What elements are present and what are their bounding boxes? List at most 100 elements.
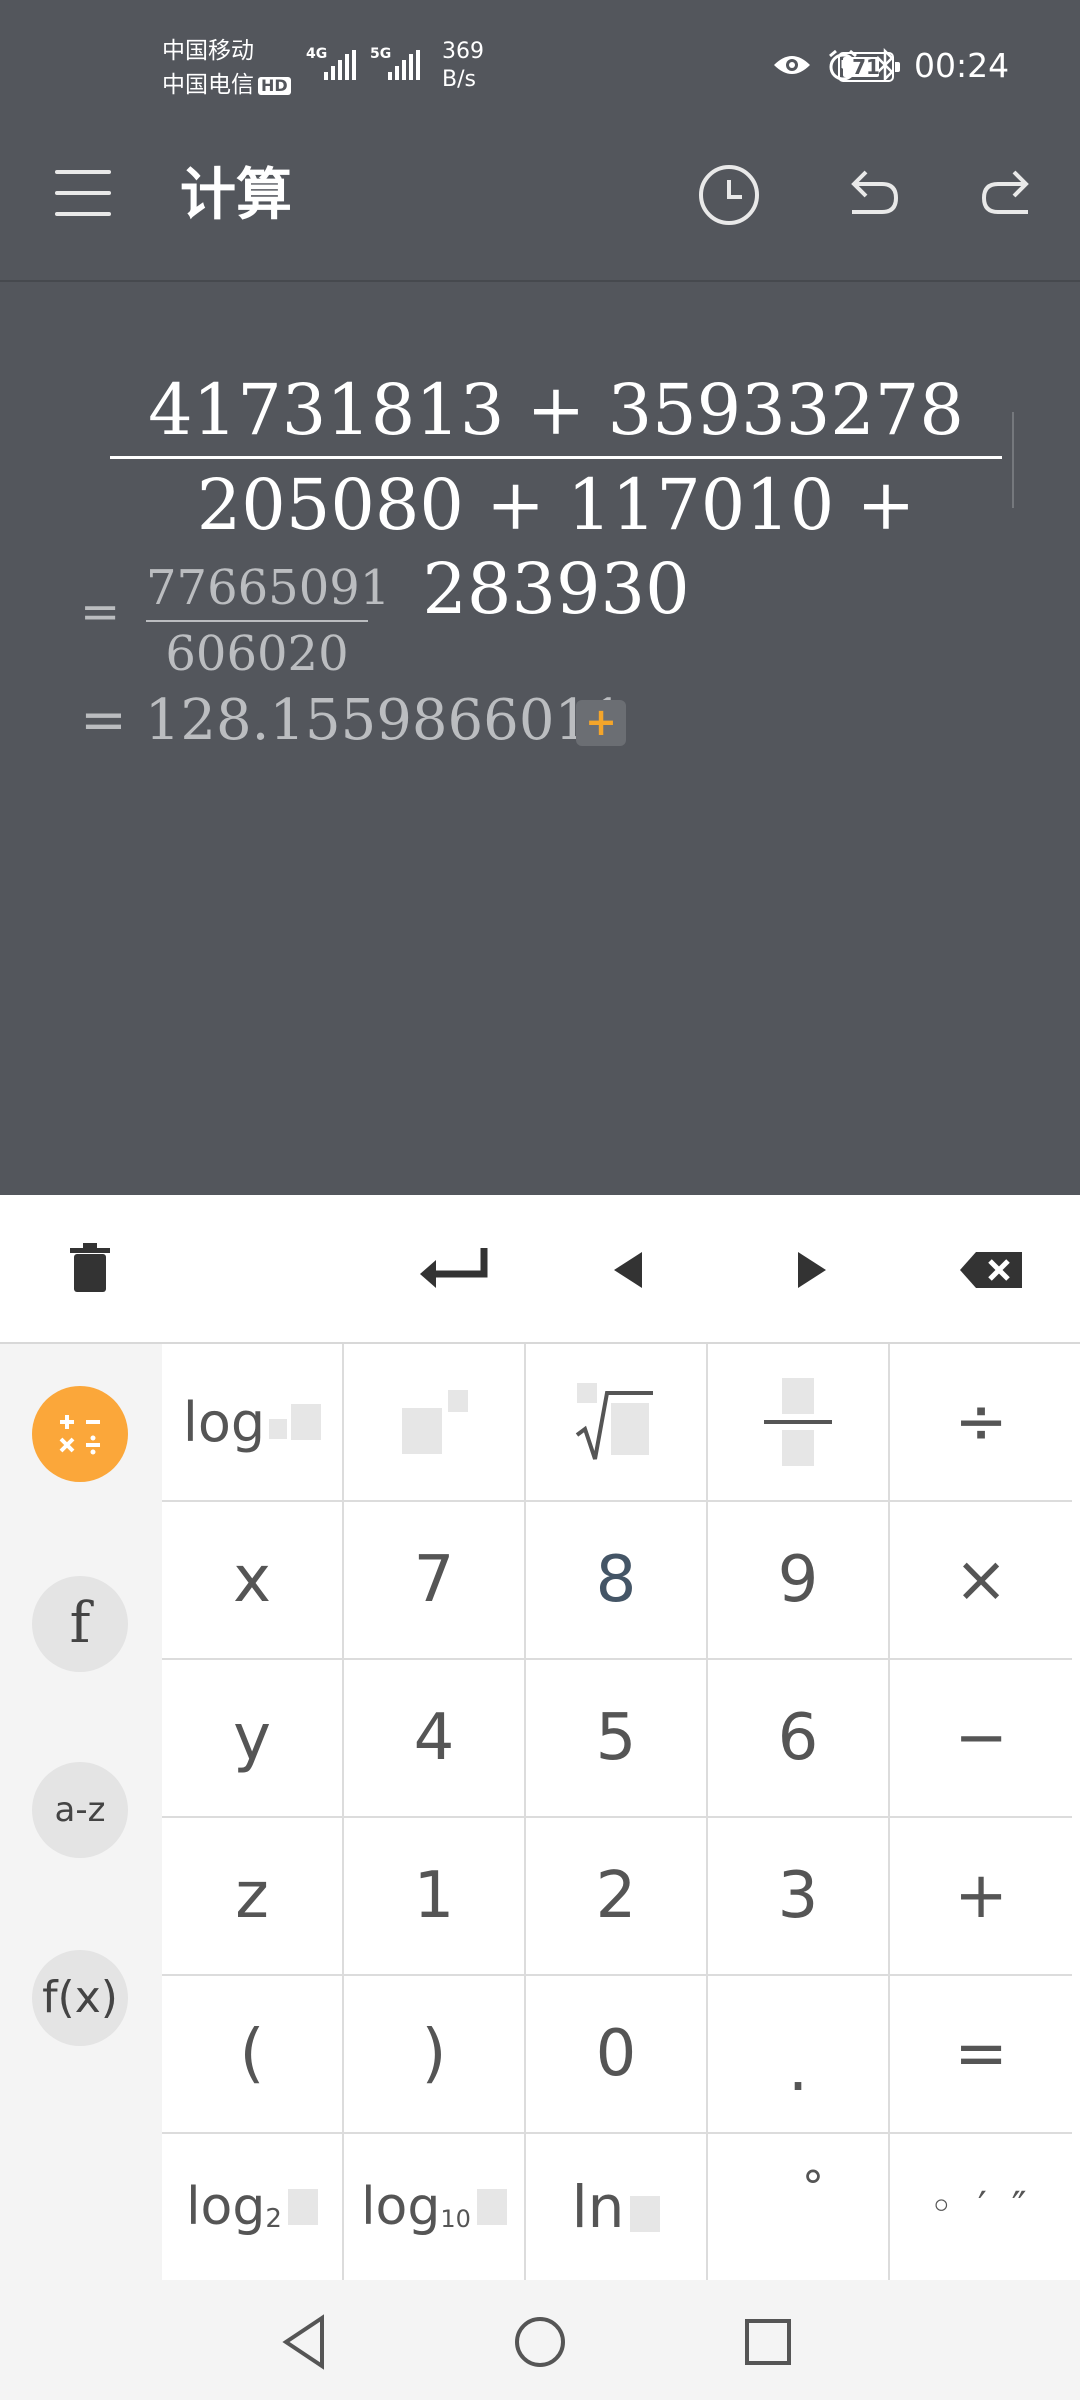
digit-9-label: 9	[777, 1543, 819, 1617]
log10-key-label: log	[361, 2177, 441, 2237]
digit-0-label: 0	[595, 2017, 637, 2091]
page-title: 计算	[180, 163, 292, 228]
divide-key[interactable]: ÷	[890, 1344, 1072, 1502]
y-key[interactable]: y	[162, 1660, 344, 1818]
digit-3-key[interactable]: 3	[708, 1818, 890, 1976]
dms-key[interactable]: ◦ ′ ″	[890, 2134, 1072, 2280]
multiply-key-label: ×	[954, 1543, 1008, 1617]
result-denominator: 606020	[165, 626, 349, 682]
carrier-1: 中国移动	[162, 38, 254, 64]
digit-4-key[interactable]: 4	[344, 1660, 526, 1818]
log10-subscript: 10	[440, 2205, 471, 2233]
clock: 00:24	[914, 46, 1010, 85]
left-arrow-icon[interactable]	[590, 1230, 670, 1310]
status-bar: 中国移动 中国电信 HD 4G 5G 369 B/s 71 00:24	[0, 0, 1080, 110]
navigation-bar	[0, 2280, 1080, 2400]
text-cursor	[1012, 412, 1014, 508]
plus-key-label: +	[954, 1859, 1008, 1933]
add-result-button[interactable]: +	[576, 700, 626, 746]
minus-key-label: −	[954, 1701, 1008, 1775]
open-paren-label: (	[239, 2017, 265, 2091]
undo-icon[interactable]	[836, 160, 906, 230]
digit-0-key[interactable]: 0	[526, 1976, 708, 2134]
variables-category[interactable]: a-z	[32, 1762, 128, 1858]
multiply-key[interactable]: ×	[890, 1502, 1072, 1660]
square-key[interactable]	[344, 1344, 526, 1502]
hd-badge: HD	[258, 76, 291, 95]
sqrt-key[interactable]	[526, 1344, 708, 1502]
ln-key[interactable]: ln	[526, 2134, 708, 2280]
enter-icon[interactable]	[410, 1230, 490, 1310]
basic-operators-category[interactable]	[32, 1386, 128, 1482]
log-key[interactable]: log	[162, 1344, 344, 1502]
z-key[interactable]: z	[162, 1818, 344, 1976]
operators-icon	[59, 1415, 100, 1455]
function-category-label: f	[69, 1591, 91, 1656]
x-key-label: x	[233, 1543, 271, 1617]
backspace-icon[interactable]	[952, 1230, 1032, 1310]
digit-5-key[interactable]: 5	[526, 1660, 708, 1818]
eye-icon	[774, 56, 810, 74]
decimal-result: = 128.1559866011	[80, 688, 626, 753]
equals-sign: =	[80, 584, 121, 640]
recents-icon[interactable]	[738, 2312, 798, 2372]
redo-icon[interactable]	[974, 160, 1044, 230]
x-key[interactable]: x	[162, 1502, 344, 1660]
plus-key[interactable]: +	[890, 1818, 1072, 1976]
digit-1-key[interactable]: 1	[344, 1818, 526, 1976]
menu-icon[interactable]	[55, 170, 111, 233]
result-numerator: 77665091	[146, 560, 391, 616]
speed-unit: B/s	[442, 67, 476, 92]
digit-5-label: 5	[595, 1701, 637, 1775]
digit-6-key[interactable]: 6	[708, 1660, 890, 1818]
digit-8-label: 8	[595, 1543, 637, 1617]
close-paren-label: )	[421, 2017, 447, 2091]
close-paren-key[interactable]: )	[344, 1976, 526, 2134]
equals-key[interactable]: =	[890, 1976, 1072, 2134]
result-fraction-bar	[146, 620, 368, 622]
digit-2-label: 2	[595, 1859, 637, 1933]
function-category[interactable]: f	[32, 1576, 128, 1672]
digit-3-label: 3	[777, 1859, 819, 1933]
variables-category-label: a-z	[54, 1790, 106, 1830]
equals-key-label: =	[954, 2017, 1008, 2091]
digit-8-key[interactable]: 8	[526, 1502, 708, 1660]
digit-7-label: 7	[413, 1543, 455, 1617]
digit-7-key[interactable]: 7	[344, 1502, 526, 1660]
fraction-key[interactable]	[708, 1344, 890, 1502]
fraction-bar	[110, 456, 1002, 459]
log2-subscript: 2	[265, 2204, 282, 2234]
carrier-2: 中国电信	[162, 72, 254, 98]
custom-function-category[interactable]: f(x)	[32, 1950, 128, 2046]
decimal-point-label: .	[787, 2032, 809, 2106]
digit-9-key[interactable]: 9	[708, 1502, 890, 1660]
divide-key-label: ÷	[954, 1385, 1008, 1459]
app-bar	[0, 110, 1080, 282]
log2-key[interactable]: log 2	[162, 2134, 344, 2280]
log10-key[interactable]: log 10	[344, 2134, 526, 2280]
dms-key-label: ◦ ′ ″	[929, 2184, 1033, 2230]
decimal-point-key[interactable]: .	[708, 1976, 890, 2134]
digit-2-key[interactable]: 2	[526, 1818, 708, 1976]
degree-key[interactable]: °	[708, 2134, 890, 2280]
z-key-label: z	[235, 1859, 269, 1933]
edit-toolbar	[0, 1195, 1080, 1344]
degree-key-label: °	[802, 2161, 824, 2213]
home-icon[interactable]	[510, 2312, 570, 2372]
trash-icon[interactable]	[50, 1230, 130, 1310]
back-icon[interactable]	[276, 2312, 336, 2372]
carrier-info: 中国移动 中国电信 HD	[162, 34, 291, 102]
digit-6-label: 6	[777, 1701, 819, 1775]
right-arrow-icon[interactable]	[770, 1230, 850, 1310]
open-paren-key[interactable]: (	[162, 1976, 344, 2134]
battery-level: 71	[852, 55, 880, 79]
log-key-label: log	[182, 1390, 266, 1454]
speed-value: 369	[442, 39, 484, 64]
y-key-label: y	[233, 1701, 271, 1775]
ln-key-label: ln	[571, 2173, 625, 2241]
expression-numerator: 41731813 + 35933278	[148, 369, 964, 451]
minus-key[interactable]: −	[890, 1660, 1072, 1818]
history-icon[interactable]	[694, 160, 764, 230]
digit-1-label: 1	[413, 1859, 455, 1933]
custom-function-category-label: f(x)	[42, 1972, 118, 2023]
